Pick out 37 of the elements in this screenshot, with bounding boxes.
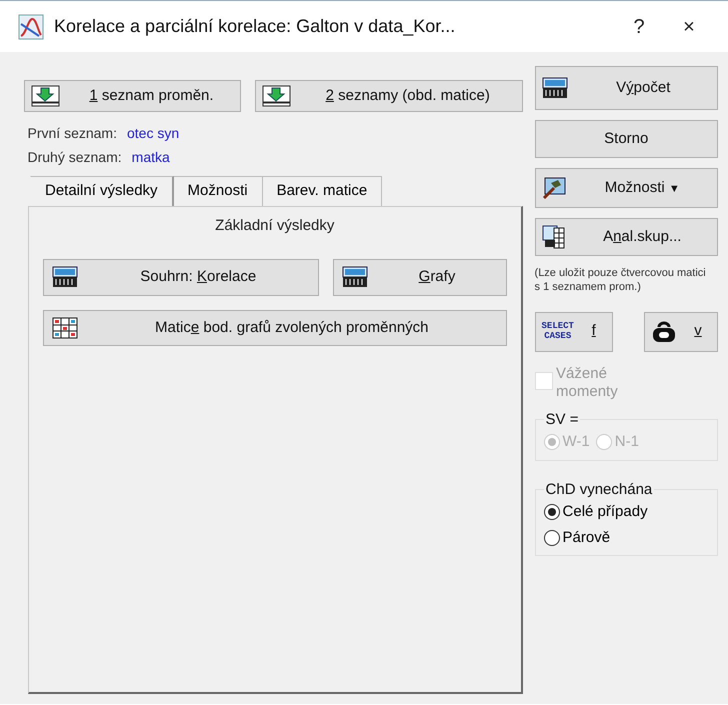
list-label: První seznam: (28, 124, 117, 142)
table-icon (52, 266, 78, 288)
list-label: Druhý seznam: (28, 148, 122, 167)
select-cases-icon: SELECT CASES (542, 322, 574, 342)
tab[interactable]: Barev. matice (262, 176, 382, 206)
groups-button[interactable]: Anal.skup... (534, 218, 718, 256)
help-button[interactable]: ? (614, 10, 664, 42)
weight-icon (651, 320, 677, 343)
table-icon (342, 266, 368, 288)
list-icon (31, 84, 61, 108)
select-cases-button[interactable]: SELECT CASES f (534, 312, 613, 352)
result-button[interactable]: Grafy (333, 259, 507, 296)
grid-icon (542, 225, 566, 249)
compute-button[interactable]: Výpočet (534, 66, 718, 110)
list-value: otec syn (126, 124, 180, 143)
checkbox-label: Vážené momenty (556, 365, 619, 402)
grid-icon (52, 316, 78, 339)
result-button[interactable]: Souhrn: Korelace (43, 259, 320, 296)
variable-list-button[interactable]: 2 seznamy (obd. matice) (254, 80, 523, 112)
radio-option[interactable]: Celé případy (544, 500, 703, 524)
tab[interactable]: Možnosti (174, 176, 263, 206)
tab[interactable]: Detailní výsledky (30, 176, 174, 206)
result-button[interactable]: Matice bod. grafů zvolených proměnných (43, 310, 507, 346)
app-icon (18, 14, 44, 40)
weight-button[interactable]: v (644, 312, 718, 352)
radio-option[interactable]: Párově (544, 526, 703, 550)
list-value: matka (132, 148, 170, 167)
list-icon (262, 84, 292, 108)
close-button[interactable]: × (664, 10, 714, 42)
window-title: Korelace a parciální korelace: Galton v data_Kor... (54, 15, 456, 38)
tab[interactable]: Základní výsledky (43, 206, 507, 259)
cancel-button[interactable]: Storno (534, 120, 718, 158)
options-button[interactable]: Možnosti ▼ (534, 168, 718, 208)
variable-list-button[interactable]: 1 seznam proměn. (24, 80, 241, 112)
hammer-icon (542, 177, 566, 199)
note-text: (Lze uložit pouze čtvercovou matici s 1 seznamem prom.) (534, 266, 707, 295)
table-icon (542, 77, 568, 99)
